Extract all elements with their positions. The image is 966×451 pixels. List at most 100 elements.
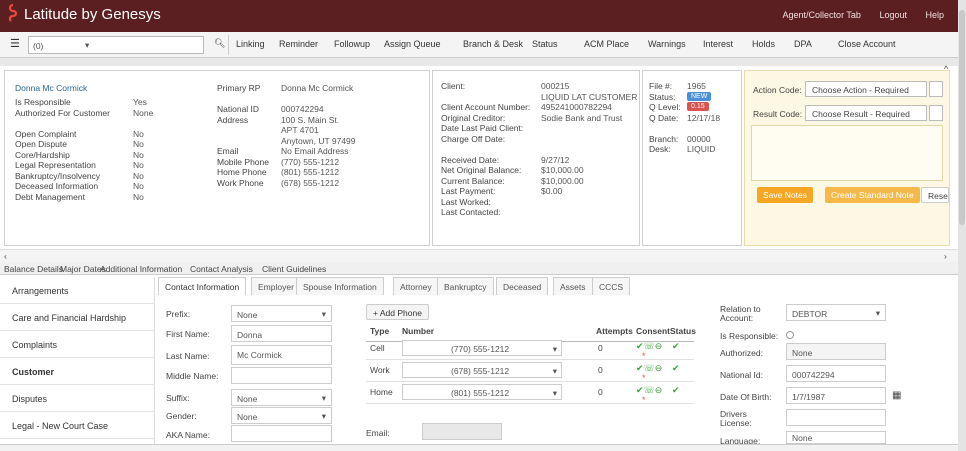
flag-label: Authorized For Customer <box>15 107 110 118</box>
info-tab-link[interactable]: Client Guidelines <box>262 264 326 274</box>
info-tab-link[interactable]: Contact Analysis <box>190 264 253 274</box>
flag-value: None <box>133 107 154 118</box>
phone-type: Work <box>370 365 390 375</box>
toolbar-reminder[interactable]: Reminder <box>279 39 318 49</box>
info-tab-link[interactable]: Major Dates <box>60 264 106 274</box>
file-summary-card: File #: 1965 Status: NEW Q Level: 0.15 Q Date:… <box>642 70 742 246</box>
info-tabs: Balance Details Major Dates Additional Inf… <box>0 262 958 275</box>
gender-select[interactable]: None ▾ <box>231 407 332 424</box>
side-nav-item[interactable]: Disputes <box>0 385 155 412</box>
toolbar-followup[interactable]: Followup <box>334 39 370 49</box>
result-code-dropdown[interactable] <box>929 105 943 121</box>
flag-value: No <box>133 160 144 170</box>
first-name-input[interactable]: Donna <box>231 325 332 342</box>
toolbar-holds[interactable]: Holds <box>752 39 775 49</box>
file-value: NEW <box>687 91 712 101</box>
reset-button[interactable]: Reset <box>921 187 949 203</box>
file-label: Desk: <box>649 144 671 154</box>
agent-link[interactable]: Agent/Collector Tab <box>783 10 861 20</box>
customer-summary-card: Donna Mc Cormick Is Responsible Yes Author… <box>4 70 430 246</box>
account-search-input[interactable]: (0) ▾ <box>28 36 204 54</box>
action-code-dropdown[interactable] <box>929 81 943 97</box>
info-tab-link[interactable]: Balance Details <box>4 264 63 274</box>
toolbar-dpa[interactable]: DPA <box>794 39 812 49</box>
phone-number-select[interactable]: (678) 555-1212 ▾ <box>402 362 562 378</box>
side-nav-item[interactable]: Legal - New Court Case <box>0 412 155 439</box>
last-name-input[interactable]: Mc Cormick <box>231 345 332 365</box>
side-nav-item[interactable]: Care and Financial Hardship <box>0 304 155 331</box>
flag-value: No <box>133 139 144 149</box>
menu-icon[interactable]: ☰ <box>10 37 20 50</box>
search-icon[interactable]: 🔍︎ <box>214 38 225 49</box>
required-icon: * <box>642 395 646 405</box>
side-nav-item[interactable]: Arrangements <box>0 277 155 304</box>
toolbar-close-account[interactable]: Close Account <box>838 39 896 49</box>
email-input[interactable] <box>422 423 502 440</box>
suffix-select[interactable]: None ▾ <box>231 389 332 406</box>
toolbar-interest[interactable]: Interest <box>703 39 733 49</box>
toolbar-branch-desk[interactable]: Branch & Desk <box>463 39 523 49</box>
panel-tab[interactable]: Bankruptcy <box>437 277 494 295</box>
phone-row: Work (678) 555-1212 ▾ 0 ✔☏⊖ ✔ * <box>366 360 694 383</box>
save-notes-button[interactable]: Save Notes <box>757 187 813 203</box>
toolbar-status[interactable]: Status <box>532 39 558 49</box>
client-label: Client Account Number: <box>441 102 531 112</box>
phone-type: Home <box>370 387 393 397</box>
toolbar-assign-queue[interactable]: Assign Queue <box>384 39 441 49</box>
notes-textarea[interactable] <box>751 125 943 181</box>
responsible-label: Is Responsible: <box>720 331 779 341</box>
client-label: Last Contacted: <box>441 207 501 217</box>
panel-tab[interactable]: CCCS <box>592 277 631 295</box>
flag-label: Deceased Information <box>15 181 99 191</box>
phone-number-select[interactable]: (770) 555-1212 ▾ <box>402 340 562 356</box>
toolbar-linking[interactable]: Linking <box>236 39 265 49</box>
calendar-icon[interactable]: ▦ <box>892 390 901 401</box>
consent-icons[interactable]: ✔☏⊖ <box>636 385 662 396</box>
file-label: Status: <box>649 91 676 102</box>
customer-name[interactable]: Donna Mc Cormick <box>15 83 87 93</box>
drivers-license-input[interactable] <box>786 409 886 426</box>
phone-row: Home (801) 555-1212 ▾ 0 ✔☏⊖ ✔ * <box>366 382 694 405</box>
side-nav-item[interactable]: Complaints <box>0 331 155 358</box>
panel-tab[interactable]: Contact Information <box>158 277 247 295</box>
result-code-select[interactable]: Choose Result - Required <box>805 105 927 121</box>
scroll-right-icon: › <box>944 251 947 261</box>
authorized-input[interactable]: None <box>786 343 886 360</box>
dob-input[interactable]: 1/7/1987 <box>786 387 886 404</box>
flag-label: Debt Management <box>15 191 85 202</box>
logout-link[interactable]: Logout <box>879 10 907 20</box>
action-code-select[interactable]: Choose Action - Required <box>805 81 927 97</box>
status-icon: ✔ <box>672 385 680 395</box>
help-link[interactable]: Help <box>925 10 944 20</box>
chevron-down-icon: ▾ <box>552 344 557 354</box>
panel-tab[interactable]: Employer <box>251 277 301 295</box>
panel-tab[interactable]: Assets <box>553 277 593 295</box>
app-title: Latitude by Genesys <box>24 6 161 23</box>
toolbar-acm-place[interactable]: ACM Place <box>584 39 629 49</box>
aka-name-input[interactable] <box>231 425 332 442</box>
panel-tab[interactable]: Deceased <box>496 277 549 295</box>
add-phone-button[interactable]: + Add Phone <box>366 304 429 320</box>
language-select[interactable]: None <box>786 431 886 444</box>
consent-icons[interactable]: ✔☏⊖ <box>636 341 662 352</box>
middle-name-input[interactable] <box>231 367 332 384</box>
consent-icons[interactable]: ✔☏⊖ <box>636 363 662 374</box>
create-standard-note-button[interactable]: Create Standard Note <box>825 187 920 203</box>
national-id-input[interactable]: 000742294 <box>786 365 886 382</box>
scroll-strip[interactable]: ‹ › <box>0 249 958 262</box>
notes-card: Action Code: Choose Action - Required Re… <box>744 70 950 246</box>
phone-number: (770) 555-1212 <box>451 344 510 354</box>
relation-select[interactable]: DEBTOR ▾ <box>786 304 886 321</box>
responsible-radio[interactable] <box>786 331 794 339</box>
prefix-select[interactable]: None ▾ <box>231 305 332 322</box>
scrollbar-thumb[interactable] <box>959 10 965 225</box>
panel-tab[interactable]: Spouse Information <box>296 277 384 295</box>
phone-number-select[interactable]: (801) 555-1212 ▾ <box>402 384 562 400</box>
side-nav-item[interactable]: Customer <box>0 358 155 385</box>
phone-number: (678) 555-1212 <box>451 366 510 376</box>
toolbar-warnings[interactable]: Warnings <box>648 39 686 49</box>
panel-tab[interactable]: Attorney <box>393 277 439 295</box>
collapse-icon[interactable]: ^ <box>944 64 948 74</box>
info-tab-link[interactable]: Additional Information <box>100 264 182 274</box>
contact-value: APT 4701 <box>281 125 319 135</box>
